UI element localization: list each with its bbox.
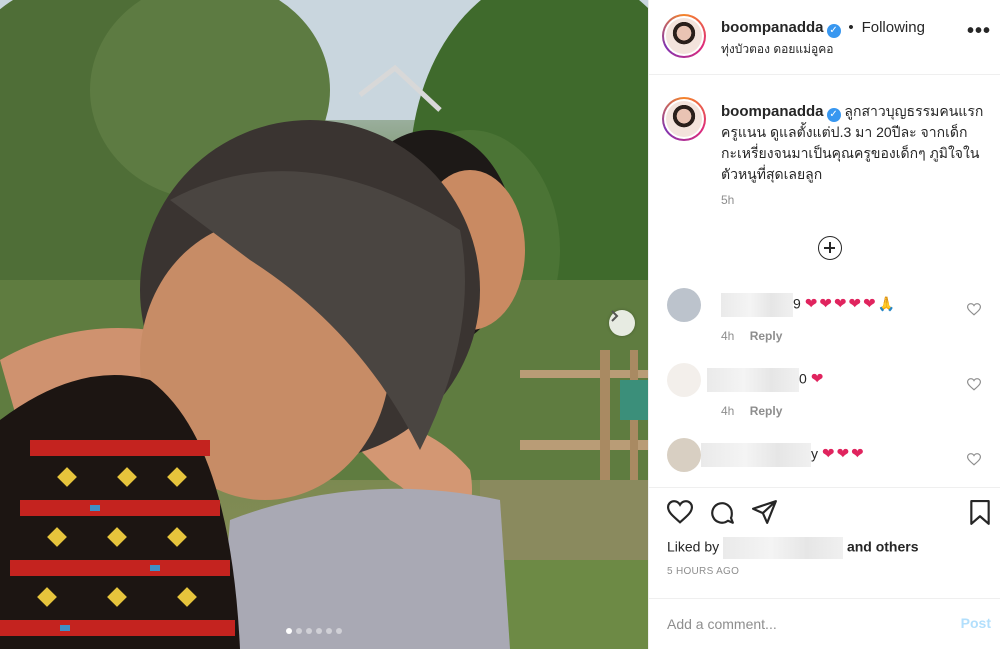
like-comment-heart-icon[interactable] — [967, 378, 981, 391]
post-photo[interactable] — [0, 0, 648, 649]
heart-emojis: ❤❤❤ — [821, 445, 866, 463]
post-comment-button[interactable]: Post — [961, 615, 991, 631]
commenter-avatar[interactable] — [667, 288, 701, 322]
caption-block: boompanadda ✓ ลูกสาวบุญธรรมคนแรก ครูแนน ด… — [649, 75, 1000, 290]
liked-by-prefix: Liked by — [667, 538, 720, 555]
bookmark-icon[interactable] — [969, 500, 991, 526]
profile-picture — [666, 101, 702, 137]
comment-item: 9 ❤❤❤❤❤🙏 4h Reply — [649, 285, 1000, 360]
chevron-right-icon — [611, 310, 619, 322]
comment-item: y ❤❤❤ — [649, 435, 1000, 485]
comment-text-suffix: 0 — [799, 370, 807, 387]
comment-meta: 4h Reply — [721, 329, 794, 343]
reply-button[interactable]: Reply — [750, 329, 783, 343]
carousel-dot[interactable] — [336, 628, 342, 634]
comment-item: 0 ❤ 4h Reply — [649, 360, 1000, 435]
carousel-dots — [286, 628, 342, 634]
header-user-line: boompanadda ✓ • Following — [721, 19, 925, 38]
verified-badge-icon: ✓ — [826, 108, 841, 122]
comment-text: 0 ❤ — [707, 368, 825, 392]
caption-text-block: boompanadda ✓ ลูกสาวบุญธรรมคนแรก ครูแนน ด… — [721, 101, 993, 185]
blurred-username — [721, 293, 793, 317]
avatar[interactable] — [662, 97, 706, 141]
comment-bubble-icon[interactable] — [709, 500, 735, 526]
caption-username[interactable]: boompanadda — [721, 103, 824, 120]
comments-list: 9 ❤❤❤❤❤🙏 4h Reply 0 ❤ 4h Reply y ❤❤❤ — [649, 285, 1000, 485]
avatar[interactable] — [662, 14, 706, 58]
heart-icon[interactable] — [667, 500, 693, 524]
comment-time[interactable]: 4h — [721, 404, 734, 418]
post-actions: Liked by and others 5 HOURS AGO Post — [649, 487, 1000, 649]
comment-text: y ❤❤❤ — [701, 443, 866, 467]
following-button[interactable]: Following — [862, 19, 925, 36]
heart-emojis: ❤❤❤❤❤ — [804, 295, 878, 313]
liked-by-others-link[interactable]: and others — [847, 539, 919, 555]
likes-summary: Liked by and others — [667, 537, 919, 559]
carousel-dot[interactable] — [306, 628, 312, 634]
carousel-dot[interactable] — [316, 628, 322, 634]
plus-circle-icon[interactable] — [818, 236, 842, 260]
blurred-username — [707, 368, 799, 392]
comment-time[interactable]: 4h — [721, 329, 734, 343]
commenter-avatar[interactable] — [667, 438, 701, 472]
caption-time[interactable]: 5h — [721, 193, 734, 207]
blurred-liker-name[interactable] — [723, 537, 844, 559]
comment-text-suffix: y — [811, 445, 818, 462]
verified-badge-icon: ✓ — [826, 24, 841, 38]
post-viewer: boompanadda ✓ • Following ทุ่งบัวตอง ดอยแ… — [0, 0, 1000, 649]
location-link[interactable]: ทุ่งบัวตอง ดอยแม่อูคอ — [721, 40, 833, 59]
comment-text-suffix: 9 — [793, 295, 801, 312]
profile-picture — [666, 18, 702, 54]
commenter-avatar[interactable] — [667, 363, 701, 397]
reply-button[interactable]: Reply — [750, 404, 783, 418]
post-side-panel: boompanadda ✓ • Following ทุ่งบัวตอง ดอยแ… — [648, 0, 1000, 649]
carousel-dot[interactable] — [286, 628, 292, 634]
post-time-ago[interactable]: 5 HOURS AGO — [667, 566, 739, 577]
comment-meta: 4h Reply — [721, 404, 794, 418]
carousel-dot[interactable] — [326, 628, 332, 634]
carousel-dot[interactable] — [296, 628, 302, 634]
add-comment-input[interactable] — [667, 613, 927, 635]
pray-emoji: 🙏 — [877, 295, 895, 312]
comment-text: 9 ❤❤❤❤❤🙏 — [721, 293, 895, 317]
comment-composer: Post — [649, 598, 1000, 649]
header-separator: • — [848, 19, 854, 36]
heart-emojis: ❤ — [810, 370, 826, 388]
like-comment-heart-icon[interactable] — [967, 303, 981, 316]
blurred-username — [701, 443, 811, 467]
paper-plane-icon[interactable] — [752, 500, 778, 524]
carousel-next-button[interactable] — [609, 310, 635, 336]
photo-illustration — [0, 0, 648, 649]
more-options-icon[interactable]: ••• — [967, 20, 991, 43]
like-comment-heart-icon[interactable] — [967, 453, 981, 466]
header-username[interactable]: boompanadda — [721, 19, 824, 36]
post-header: boompanadda ✓ • Following ทุ่งบัวตอง ดอยแ… — [649, 0, 1000, 75]
